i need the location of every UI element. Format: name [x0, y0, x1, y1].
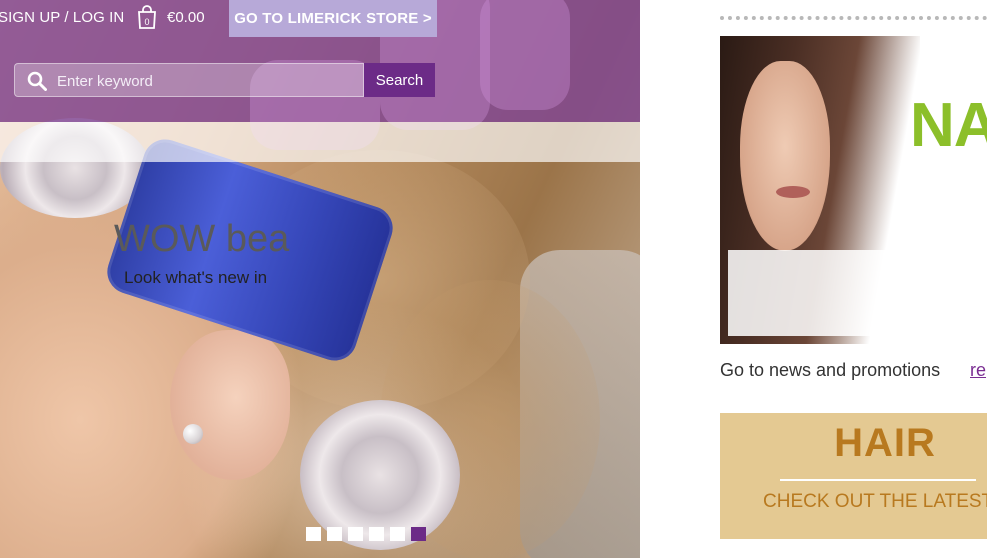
slide-dot-2[interactable] [327, 527, 342, 541]
slide-dot-6[interactable] [411, 527, 426, 541]
hero-light-band [0, 122, 640, 162]
slider-dots [306, 527, 426, 541]
promo-model-face [740, 61, 830, 251]
hero-earring [183, 424, 203, 444]
slide-dot-3[interactable] [348, 527, 363, 541]
hero-ear [170, 330, 290, 480]
news-read-more-link[interactable]: re [970, 360, 986, 381]
promo-banner[interactable]: NA BE [720, 36, 987, 344]
slide-dot-5[interactable] [390, 527, 405, 541]
search-button[interactable]: Search [364, 63, 435, 97]
cart-count: 0 [144, 17, 149, 27]
hair-banner-divider [780, 479, 976, 481]
login-link[interactable]: SIGN UP / LOG IN [0, 8, 124, 28]
header-roller-shape [480, 0, 570, 110]
hair-banner-subtitle: CHECK OUT THE LATEST TR [763, 491, 987, 512]
slide-dot-4[interactable] [369, 527, 384, 541]
shopping-bag-icon[interactable]: 0 [136, 5, 158, 29]
slide-dot-1[interactable] [306, 527, 321, 541]
promo-model-lips [776, 186, 810, 198]
promo-title: WOW bea [114, 218, 290, 260]
go-to-store-button[interactable]: GO TO LIMERICK STORE > [229, 0, 437, 37]
magnifier-icon [27, 71, 47, 91]
hero-banner[interactable]: SIGN UP / LOG IN 0 €0.00 GO TO LIMERICK … [0, 0, 640, 558]
cart-total: €0.00 [167, 9, 205, 26]
hair-category-banner[interactable]: HAIR CHECK OUT THE LATEST TR [720, 413, 987, 539]
search-box [14, 63, 364, 98]
search-input[interactable] [55, 64, 359, 98]
promo-subtitle: Look what's new in [124, 268, 268, 287]
promo-text-panel [728, 250, 987, 336]
promo-brand-logo: NA BE [910, 91, 987, 160]
news-promotions-text: Go to news and promotions [720, 360, 941, 380]
hair-banner-title: HAIR [834, 421, 936, 465]
dotted-divider [720, 16, 987, 20]
